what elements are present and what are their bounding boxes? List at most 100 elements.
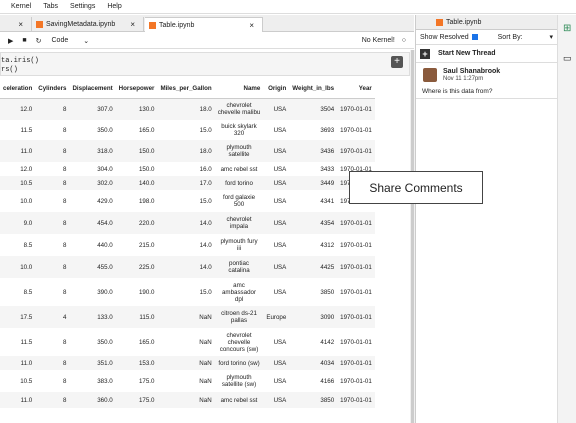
table-cell: 8 [62,165,67,173]
table-cell: 10.5 [20,377,33,385]
show-resolved-label[interactable]: Show Resolved [420,34,469,41]
tab-savingmetadata[interactable]: SavingMetadata.ipynb × [32,17,144,32]
table-cell: 3850 [320,288,335,296]
table-cell: USA [263,356,290,370]
table-cell: 14.0 [157,212,215,234]
table-cell: 18.0 [157,98,215,120]
table-cell: 8 [62,288,67,296]
table-cell: 4312 [320,241,335,249]
table-cell: 302.0 [69,176,116,190]
kernel-status[interactable]: No Kernel! [362,37,395,44]
table-cell: 11.0 [0,356,36,370]
column-header[interactable]: Year [337,80,375,99]
column-header[interactable]: celeration [0,80,36,99]
comment-thread[interactable]: Saul Shanabrook Nov 11 1:27pm Where is t… [416,63,557,99]
table-cell: 198.0 [138,197,155,205]
menu-kernel[interactable]: Kernel [11,3,31,10]
cell-type-select[interactable]: Code [52,37,69,44]
stop-icon[interactable]: ■ [22,37,26,44]
table-cell: chevrolet impala [214,212,264,234]
table-cell: 1970-01-01 [337,140,375,162]
show-resolved-checkbox[interactable] [471,34,478,40]
column-header[interactable]: Miles_per_Gallon [157,80,215,99]
comment-icon[interactable]: ▭ [563,53,576,64]
chevron-down-icon[interactable]: ▾ [549,33,553,41]
table-cell: 8 [62,197,67,205]
sort-by-select[interactable]: Sort By: [498,34,523,41]
table-cell: 190.0 [138,288,155,296]
table-cell: 1970-01-01 [340,288,372,296]
table-cell: amc rebel sst [220,165,258,173]
table-cell: USA [273,338,287,346]
table-cell: 307.0 [69,98,116,120]
menu-help[interactable]: Help [107,3,121,10]
table-row: 8.5 8 390.0 190.0 15.0 amc ambassador dpl USA 3… [0,278,375,306]
close-icon[interactable]: × [130,20,135,29]
table-cell: 115.0 [115,306,158,328]
table-cell: 8.5 [23,288,33,296]
table-cell: 318.0 [69,140,116,162]
table-cell: USA [273,165,287,173]
table-cell: NaN [199,338,212,346]
menu-settings[interactable]: Settings [70,3,95,10]
table-cell: 304.0 [97,165,113,173]
panel-title: Table.ipynb [446,18,482,26]
table-cell: 140.0 [115,176,158,190]
table-cell: 15.0 [199,197,212,205]
table-cell: 220.0 [115,212,158,234]
table-cell: 440.0 [97,241,113,249]
table-cell: 8 [62,377,67,385]
table-cell: 8 [35,256,70,278]
tab-label: SavingMetadata.ipynb [46,21,116,28]
column-header[interactable]: Name [214,80,264,99]
column-header[interactable]: Displacement [69,80,116,99]
tab-previous[interactable]: × [0,17,32,32]
table-cell: 15.0 [199,126,212,134]
add-comment-button[interactable]: + [391,56,403,68]
table-row: 10.0 8 455.0 225.0 14.0 pontiac catalina USA 44… [0,256,375,278]
table-cell: 10.5 [0,176,36,190]
table-cell: 429.0 [97,197,113,205]
column-header[interactable]: Weight_in_lbs [289,80,338,99]
table-cell: 175.0 [115,392,158,408]
new-thread-button[interactable]: + Start New Thread [416,45,557,63]
table-cell: 10.0 [20,197,33,205]
notebook-toolbar: ▶ ■ ↻ Code ⌄ No Kernel! ○ [0,33,414,49]
menu-tabs[interactable]: Tabs [43,3,58,10]
grid-icon[interactable]: ⊞ [563,23,576,34]
code-cell[interactable]: ta.iris() rs() [0,52,410,76]
column-header[interactable]: Cylinders [35,80,70,99]
table-cell: NaN [157,356,215,370]
close-icon[interactable]: × [249,21,254,30]
table-cell: 4425 [289,256,338,278]
table-cell: 215.0 [138,241,155,249]
table-cell: USA [263,212,290,234]
restart-icon[interactable]: ↻ [36,37,42,45]
table-cell: 1970-01-01 [340,126,372,134]
table-cell: 11.0 [0,392,36,408]
chevron-down-icon[interactable]: ⌄ [83,37,89,45]
table-cell: USA [263,392,290,408]
code-line: rs() [1,66,18,74]
table-cell: 18.0 [157,140,215,162]
table-cell: 1970-01-01 [337,392,375,408]
table-cell: USA [273,377,287,385]
table-cell: 150.0 [115,140,158,162]
table-cell: 3090 [289,306,338,328]
table-cell: 8 [35,176,70,190]
table-cell: 8 [62,126,67,134]
table-cell: 350.0 [97,338,113,346]
table-cell: 14.0 [157,256,215,278]
column-header[interactable]: Horsepower [115,80,158,99]
table-cell: 225.0 [115,256,158,278]
close-icon[interactable]: × [18,20,23,29]
table-cell: buick skylark 320 [221,123,257,137]
run-icon[interactable]: ▶ [8,37,13,45]
table-cell: 383.0 [97,377,113,385]
table-cell: 12.0 [20,165,33,173]
tab-bar: × SavingMetadata.ipynb × Table.ipynb × [0,15,414,32]
table-row: 9.0 8 454.0 220.0 14.0 chevrolet impala USA 435… [0,212,375,234]
column-header[interactable]: Origin [263,80,290,99]
table-cell: 3693 [320,126,335,134]
tab-table[interactable]: Table.ipynb × [145,17,263,32]
